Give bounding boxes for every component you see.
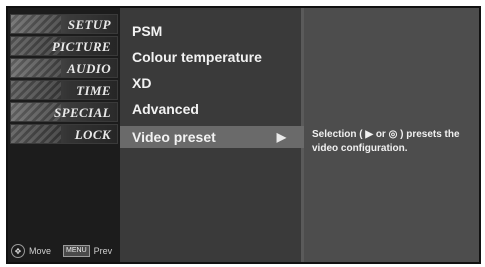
category-lock[interactable]: LOCK <box>10 124 118 144</box>
menu-item-colour-temperature[interactable]: Colour temperature <box>132 46 302 68</box>
category-label: LOCK <box>74 127 111 142</box>
category-special[interactable]: SPECIAL <box>10 102 118 122</box>
category-label: AUDIO <box>67 61 111 76</box>
tv-osd-screen: SETUP PICTURE AUDIO TIME SPECIAL LOCK ✥ … <box>6 6 481 264</box>
menu-item-label: Video preset <box>132 129 216 145</box>
category-time-image <box>11 81 61 99</box>
chevron-right-icon: ▶ <box>276 130 286 144</box>
info-description: Selection ( ▶ or ◎ ) presets the video c… <box>312 129 460 154</box>
menu-list: PSM Colour temperature XD Advanced Video… <box>120 8 304 262</box>
category-audio-image <box>11 59 61 77</box>
menu-item-xd[interactable]: XD <box>132 72 302 94</box>
menu-item-label: PSM <box>132 23 163 39</box>
info-panel: Selection ( ▶ or ◎ ) presets the video c… <box>304 8 479 262</box>
category-sidebar: SETUP PICTURE AUDIO TIME SPECIAL LOCK ✥ … <box>8 8 121 262</box>
category-time[interactable]: TIME <box>10 80 118 100</box>
prev-hint-label: Prev <box>93 246 113 256</box>
category-label: PICTURE <box>51 39 111 54</box>
menu-item-advanced[interactable]: Advanced <box>132 98 302 120</box>
menu-item-label: XD <box>132 75 152 91</box>
category-lock-image <box>11 125 61 143</box>
category-label: TIME <box>76 83 111 98</box>
menu-item-video-preset[interactable]: Video preset ▶ <box>120 126 304 148</box>
menu-item-psm[interactable]: PSM <box>132 20 302 42</box>
menu-item-label: Colour temperature <box>132 49 262 65</box>
category-audio[interactable]: AUDIO <box>10 58 118 78</box>
menu-item-label: Advanced <box>132 101 199 117</box>
category-label: SPECIAL <box>54 105 111 120</box>
category-label: SETUP <box>67 17 111 32</box>
menu-key-icon: MENU <box>63 245 90 257</box>
category-setup[interactable]: SETUP <box>10 14 118 34</box>
move-hint-label: Move <box>29 246 52 256</box>
category-setup-image <box>11 15 61 33</box>
category-picture[interactable]: PICTURE <box>10 36 118 56</box>
dpad-icon: ✥ <box>11 244 25 258</box>
navigation-hint-bar: ✥ Move MENU Prev <box>11 243 117 259</box>
